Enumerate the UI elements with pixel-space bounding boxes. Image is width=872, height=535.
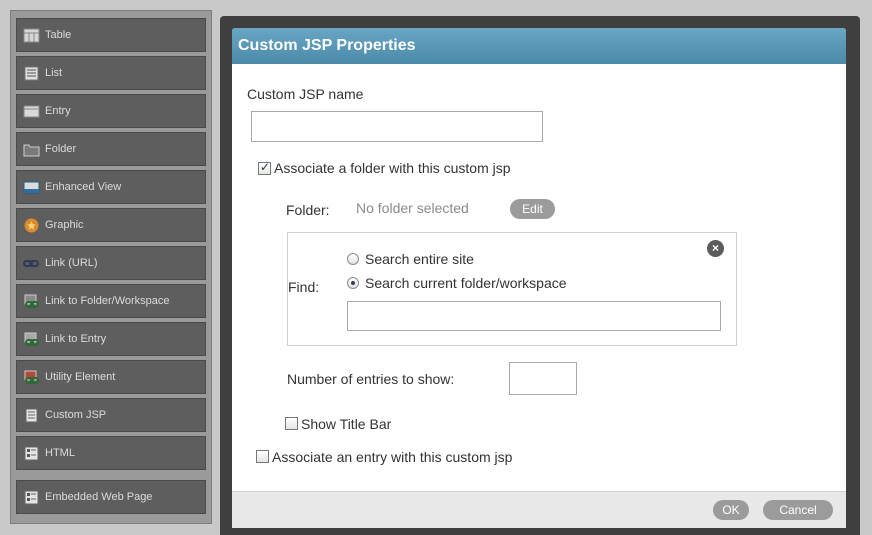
palette-item-embedded-web-page[interactable]: Embedded Web Page bbox=[16, 480, 206, 514]
palette-item-label: HTML bbox=[45, 447, 75, 459]
palette-item-label: Embedded Web Page bbox=[45, 491, 153, 503]
dialog-footer: OK Cancel bbox=[232, 491, 846, 528]
entry-icon bbox=[23, 104, 40, 119]
custom-jsp-icon bbox=[23, 408, 40, 423]
palette-item-label: Table bbox=[45, 29, 72, 41]
html-icon bbox=[23, 446, 40, 461]
find-folder-panel: × Search entire site Find: Search curren… bbox=[287, 232, 737, 346]
dialog-title: Custom JSP Properties bbox=[238, 37, 416, 54]
palette-item-folder[interactable]: Folder bbox=[16, 132, 206, 166]
palette-item-label: Link to Entry bbox=[45, 333, 107, 345]
search-entire-site-label: Search entire site bbox=[365, 251, 474, 267]
palette-item-label: Link to Folder/Workspace bbox=[45, 295, 170, 307]
palette-item-graphic[interactable]: Graphic bbox=[16, 208, 206, 242]
palette-item-label: List bbox=[45, 67, 63, 79]
associate-entry-label: Associate an entry with this custom jsp bbox=[272, 449, 513, 465]
search-current-folder-label: Search current folder/workspace bbox=[365, 275, 567, 291]
associate-folder-checkbox[interactable] bbox=[258, 160, 271, 175]
cancel-button[interactable]: Cancel bbox=[763, 500, 833, 520]
ok-button[interactable]: OK bbox=[713, 500, 749, 520]
jsp-name-input[interactable] bbox=[251, 111, 543, 142]
palette-item-enhanced-view[interactable]: Enhanced View bbox=[16, 170, 206, 204]
palette-item-html[interactable]: HTML bbox=[16, 436, 206, 470]
associate-folder-label: Associate a folder with this custom jsp bbox=[274, 160, 511, 176]
palette-item-entry[interactable]: Entry bbox=[16, 94, 206, 128]
jsp-name-label: Custom JSP name bbox=[247, 86, 364, 102]
list-icon bbox=[23, 66, 40, 81]
graphic-icon bbox=[23, 218, 40, 233]
element-palette: Table List Entry Folder Enhanced View Gr… bbox=[10, 10, 212, 524]
palette-item-link-url[interactable]: Link (URL) bbox=[16, 246, 206, 280]
entries-count-input[interactable] bbox=[509, 362, 577, 395]
associate-entry-checkbox[interactable] bbox=[256, 450, 269, 463]
palette-item-label: Link (URL) bbox=[45, 257, 98, 269]
palette-item-label: Utility Element bbox=[45, 371, 116, 383]
link-icon bbox=[23, 256, 40, 271]
find-label: Find: bbox=[288, 279, 320, 295]
table-icon bbox=[23, 28, 40, 43]
palette-item-label: Graphic bbox=[45, 219, 84, 231]
show-title-bar-label: Show Title Bar bbox=[301, 416, 392, 432]
folder-value: No folder selected bbox=[356, 200, 469, 216]
custom-jsp-dialog: Custom JSP Properties Custom JSP name As… bbox=[232, 28, 846, 528]
find-folder-input[interactable] bbox=[347, 301, 721, 331]
link-folder-icon bbox=[23, 294, 40, 309]
embedded-web-page-icon bbox=[23, 490, 40, 505]
link-entry-icon bbox=[23, 332, 40, 347]
palette-item-label: Custom JSP bbox=[45, 409, 107, 421]
utility-icon bbox=[23, 370, 40, 385]
palette-item-list[interactable]: List bbox=[16, 56, 206, 90]
dialog-title-bar[interactable]: Custom JSP Properties bbox=[232, 28, 846, 64]
folder-icon bbox=[23, 142, 40, 157]
edit-folder-button[interactable]: Edit bbox=[510, 199, 555, 219]
entries-count-label: Number of entries to show: bbox=[287, 371, 455, 387]
palette-item-link-entry[interactable]: Link to Entry bbox=[16, 322, 206, 356]
close-icon[interactable]: × bbox=[707, 240, 724, 257]
search-entire-site-radio[interactable] bbox=[347, 253, 359, 265]
enhanced-view-icon bbox=[23, 180, 40, 195]
palette-item-custom-jsp[interactable]: Custom JSP bbox=[16, 398, 206, 432]
palette-item-table[interactable]: Table bbox=[16, 18, 206, 52]
palette-item-link-folder-workspace[interactable]: Link to Folder/Workspace bbox=[16, 284, 206, 318]
palette-item-label: Folder bbox=[45, 143, 77, 155]
show-title-bar-checkbox[interactable] bbox=[285, 417, 298, 430]
palette-item-label: Entry bbox=[45, 105, 71, 117]
palette-item-utility-element[interactable]: Utility Element bbox=[16, 360, 206, 394]
search-current-folder-radio[interactable] bbox=[347, 277, 359, 289]
palette-item-label: Enhanced View bbox=[45, 181, 122, 193]
folder-label: Folder: bbox=[286, 202, 330, 218]
